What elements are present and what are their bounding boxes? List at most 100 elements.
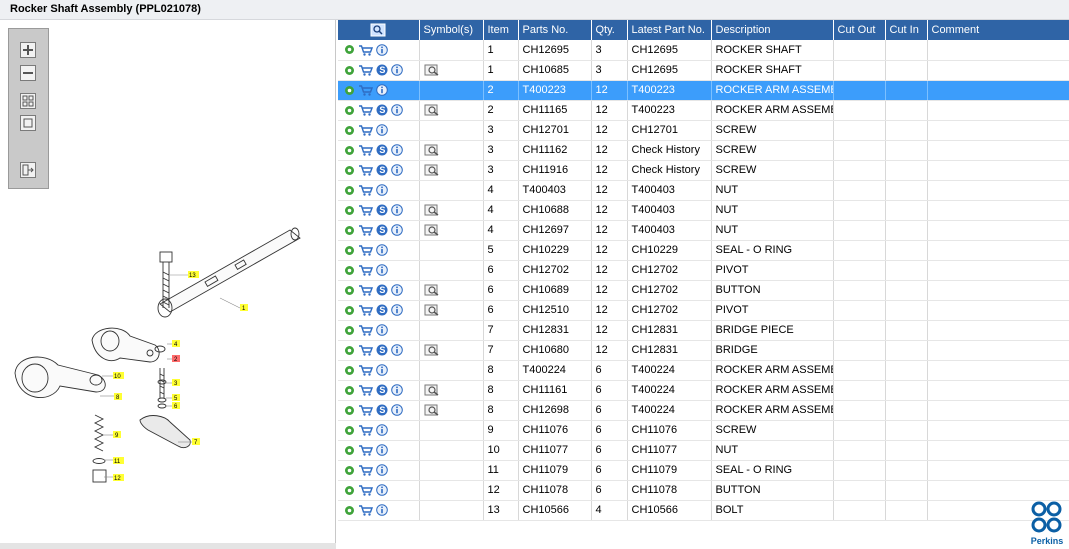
cell-latest-part-no[interactable]: CH10566 <box>627 500 712 521</box>
history-symbol-icon[interactable] <box>424 384 440 396</box>
info-icon[interactable] <box>376 464 388 476</box>
cart-icon[interactable] <box>358 44 373 56</box>
cell-part-no[interactable]: CH10689 <box>518 280 592 301</box>
cart-icon[interactable] <box>358 404 373 416</box>
info-icon[interactable] <box>376 124 388 136</box>
diagram-scrollbar[interactable] <box>0 543 336 549</box>
column-header-description[interactable]: Description <box>711 20 834 40</box>
table-row[interactable]: S 8 CH12698 6 T400224 ROCKER ARM ASSEMBL <box>338 400 1069 421</box>
zoom-out-button[interactable] <box>20 65 36 81</box>
cell-part-no[interactable]: CH12510 <box>518 300 592 321</box>
gear-icon[interactable] <box>344 365 355 376</box>
supersession-icon[interactable]: S <box>376 64 388 76</box>
gear-icon[interactable] <box>344 485 355 496</box>
gear-icon[interactable] <box>344 425 355 436</box>
gear-icon[interactable] <box>344 185 355 196</box>
info-icon[interactable] <box>376 424 388 436</box>
info-icon[interactable] <box>391 204 403 216</box>
history-symbol-icon[interactable] <box>424 164 440 176</box>
gear-icon[interactable] <box>344 405 355 416</box>
column-header-item[interactable]: Item <box>483 20 519 40</box>
table-row[interactable]: 6 CH12702 12 CH12702 PIVOT <box>338 260 1069 281</box>
gear-icon[interactable] <box>344 65 355 76</box>
table-row[interactable]: S 2 CH11165 12 T400223 ROCKER ARM ASSEMBL <box>338 100 1069 121</box>
cell-latest-part-no[interactable]: CH11076 <box>627 420 712 441</box>
table-row[interactable]: 4 T400403 12 T400403 NUT <box>338 180 1069 201</box>
cell-latest-part-no[interactable]: T400224 <box>627 400 712 421</box>
info-icon[interactable] <box>376 444 388 456</box>
cart-icon[interactable] <box>358 244 373 256</box>
table-row[interactable]: S 7 CH10680 12 CH12831 BRIDGE <box>338 340 1069 361</box>
gear-icon[interactable] <box>344 105 355 116</box>
supersession-icon[interactable]: S <box>376 224 388 236</box>
cell-latest-part-no[interactable]: CH12695 <box>627 60 712 81</box>
table-row[interactable]: S 4 CH12697 12 T400403 NUT <box>338 220 1069 241</box>
cell-part-no[interactable]: CH11916 <box>518 160 592 181</box>
cart-icon[interactable] <box>358 184 373 196</box>
gear-icon[interactable] <box>344 505 355 516</box>
gear-icon[interactable] <box>344 245 355 256</box>
cell-part-no[interactable]: CH11078 <box>518 480 592 501</box>
column-header-cut-out[interactable]: Cut Out <box>833 20 886 40</box>
info-icon[interactable] <box>376 484 388 496</box>
cell-latest-part-no[interactable]: T400223 <box>627 100 712 121</box>
cell-latest-part-no[interactable]: T400403 <box>627 180 712 201</box>
cell-part-no[interactable]: CH12702 <box>518 260 592 281</box>
cart-icon[interactable] <box>358 64 373 76</box>
info-icon[interactable] <box>376 324 388 336</box>
cell-latest-part-no[interactable]: Check History <box>627 140 712 161</box>
cell-part-no[interactable]: CH12831 <box>518 320 592 341</box>
cart-icon[interactable] <box>358 264 373 276</box>
cart-icon[interactable] <box>358 304 373 316</box>
table-row[interactable]: S 8 CH11161 6 T400224 ROCKER ARM ASSEMBL <box>338 380 1069 401</box>
table-row[interactable]: S 6 CH12510 12 CH12702 PIVOT <box>338 300 1069 321</box>
cell-part-no[interactable]: T400403 <box>518 180 592 201</box>
table-row[interactable]: 10 CH11077 6 CH11077 NUT <box>338 440 1069 461</box>
table-row[interactable]: S 3 CH11162 12 Check History SCREW <box>338 140 1069 161</box>
table-row[interactable]: 13 CH10566 4 CH10566 BOLT <box>338 500 1069 521</box>
info-icon[interactable] <box>391 304 403 316</box>
history-symbol-icon[interactable] <box>424 204 440 216</box>
cart-icon[interactable] <box>358 484 373 496</box>
history-symbol-icon[interactable] <box>424 104 440 116</box>
gear-icon[interactable] <box>344 165 355 176</box>
table-row[interactable]: 12 CH11078 6 CH11078 BUTTON <box>338 480 1069 501</box>
column-header-symbols[interactable]: Symbol(s) <box>419 20 484 40</box>
cell-latest-part-no[interactable]: CH10229 <box>627 240 712 261</box>
gear-icon[interactable] <box>344 265 355 276</box>
column-header-cut-in[interactable]: Cut In <box>885 20 928 40</box>
cell-part-no[interactable]: CH12698 <box>518 400 592 421</box>
cell-part-no[interactable]: CH10566 <box>518 500 592 521</box>
supersession-icon[interactable]: S <box>376 284 388 296</box>
table-row[interactable]: S 4 CH10688 12 T400403 NUT <box>338 200 1069 221</box>
cart-icon[interactable] <box>358 124 373 136</box>
info-icon[interactable] <box>391 404 403 416</box>
gear-icon[interactable] <box>344 125 355 136</box>
gear-icon[interactable] <box>344 345 355 356</box>
column-header-comment[interactable]: Comment <box>927 20 1069 40</box>
history-symbol-icon[interactable] <box>424 404 440 416</box>
info-icon[interactable] <box>391 344 403 356</box>
cell-latest-part-no[interactable]: T400223 <box>627 80 712 101</box>
cart-icon[interactable] <box>358 464 373 476</box>
cart-icon[interactable] <box>358 104 373 116</box>
cart-icon[interactable] <box>358 344 373 356</box>
column-header-qty[interactable]: Qty. <box>591 20 628 40</box>
cell-part-no[interactable]: CH11161 <box>518 380 592 401</box>
cart-icon[interactable] <box>358 204 373 216</box>
supersession-icon[interactable]: S <box>376 164 388 176</box>
cell-part-no[interactable]: CH11165 <box>518 100 592 121</box>
cell-latest-part-no[interactable]: CH12831 <box>627 320 712 341</box>
cart-icon[interactable] <box>358 324 373 336</box>
gear-icon[interactable] <box>344 145 355 156</box>
cell-latest-part-no[interactable]: CH12702 <box>627 300 712 321</box>
cart-icon[interactable] <box>358 284 373 296</box>
table-row[interactable]: 9 CH11076 6 CH11076 SCREW <box>338 420 1069 441</box>
cell-part-no[interactable]: CH11162 <box>518 140 592 161</box>
cell-latest-part-no[interactable]: CH12695 <box>627 40 712 61</box>
cell-latest-part-no[interactable]: CH11078 <box>627 480 712 501</box>
history-symbol-icon[interactable] <box>424 304 440 316</box>
cart-icon[interactable] <box>358 144 373 156</box>
info-icon[interactable] <box>391 384 403 396</box>
cart-icon[interactable] <box>358 164 373 176</box>
